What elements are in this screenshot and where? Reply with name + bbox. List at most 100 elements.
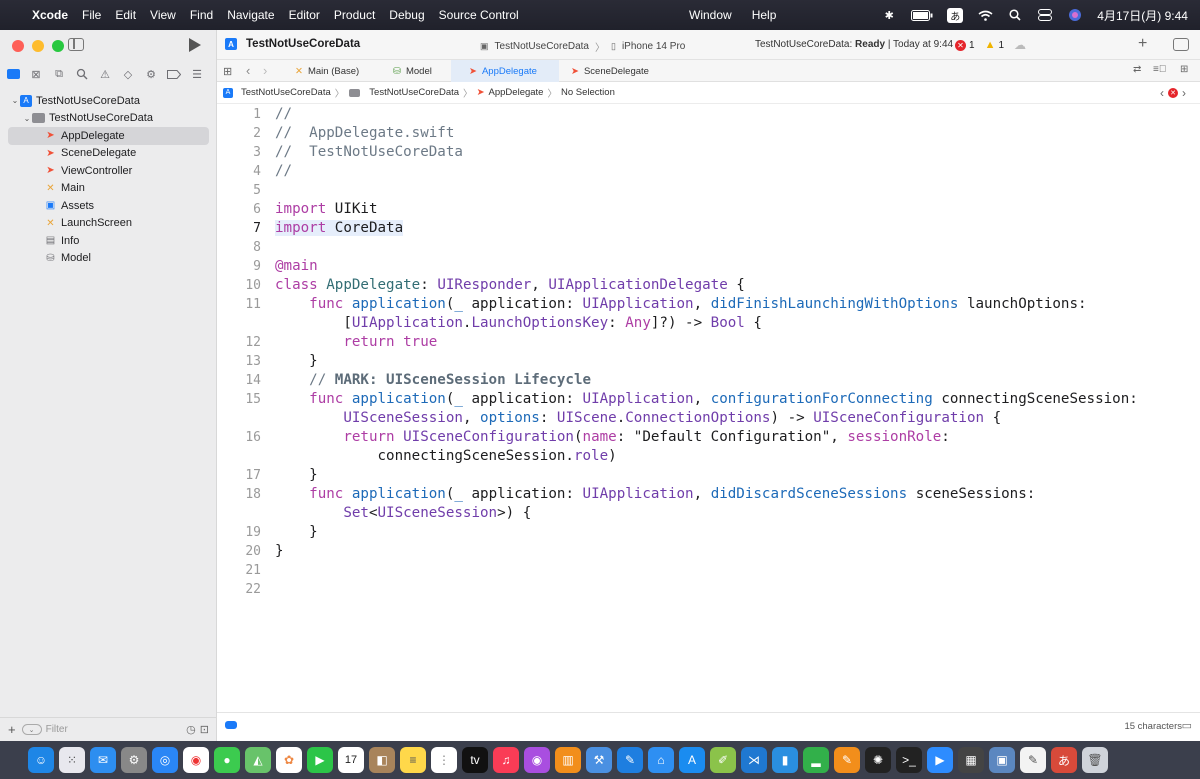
menu-editor[interactable]: Editor	[289, 8, 320, 22]
jumpbar-symbol[interactable]: No Selection	[561, 87, 615, 98]
tree-item-main[interactable]: ✕ Main	[0, 180, 217, 198]
wifi-icon[interactable]	[977, 8, 993, 22]
battery-icon[interactable]	[911, 8, 933, 22]
launchpad-icon[interactable]: ⁙	[59, 747, 85, 773]
zoom-icon[interactable]: ▶	[927, 747, 953, 773]
find-navigator-icon[interactable]	[75, 68, 89, 80]
input-method-indicator[interactable]: あ	[947, 7, 964, 23]
notes-icon[interactable]: ≡	[400, 747, 426, 773]
menu-window[interactable]: Window	[689, 8, 732, 22]
tab-main-base[interactable]: ✕ Main (Base)	[295, 60, 359, 82]
breakpoint-navigator-icon[interactable]	[167, 68, 181, 80]
dictionary-icon[interactable]: あ	[1051, 747, 1077, 773]
tree-item-viewcontroller[interactable]: ➤ ViewController	[0, 162, 217, 180]
music-icon[interactable]: ♫	[493, 747, 519, 773]
destination-label[interactable]: iPhone 14 Pro	[622, 41, 685, 52]
jumpbar-group[interactable]: TestNotUseCoreData	[369, 87, 459, 98]
testflight-icon[interactable]: ⌂	[648, 747, 674, 773]
disclosure-open-icon[interactable]: ⌄	[10, 96, 20, 105]
trash-icon[interactable]: 🗑	[1082, 747, 1108, 773]
scheme-selector[interactable]: ▣ TestNotUseCoreData 〉 ▯ iPhone 14 Pro	[480, 39, 685, 54]
books-icon[interactable]: ▥	[555, 747, 581, 773]
minimize-window-button[interactable]	[32, 40, 44, 52]
filter-input[interactable]: Filter	[46, 724, 68, 735]
pages-icon[interactable]: ✎	[834, 747, 860, 773]
zoom-window-button[interactable]	[52, 40, 64, 52]
podcasts-icon[interactable]: ◉	[524, 747, 550, 773]
menu-navigate[interactable]: Navigate	[227, 8, 274, 22]
tab-appdelegate[interactable]: ➤ AppDelegate	[451, 60, 559, 82]
debug-area-toggle-icon[interactable]	[225, 721, 237, 729]
tree-item-assets[interactable]: ▣ Assets	[0, 197, 217, 215]
source-editor[interactable]: 1// 2// AppDelegate.swift 3// TestNotUse…	[217, 104, 1200, 712]
project-navigator-icon[interactable]	[6, 68, 20, 80]
jumpbar-project[interactable]: TestNotUseCoreData	[241, 87, 331, 98]
menu-edit[interactable]: Edit	[115, 8, 136, 22]
test-navigator-icon[interactable]: ◇	[121, 68, 135, 81]
menu-help[interactable]: Help	[752, 8, 777, 22]
issue-navigator-icon[interactable]: ⚠	[98, 68, 112, 81]
scheme-label[interactable]: TestNotUseCoreData	[495, 41, 589, 52]
issue-indicators[interactable]: ✕ 1 ▲ 1 ☁	[955, 38, 1026, 52]
calendar-icon[interactable]: 17	[338, 747, 364, 773]
source-control-navigator-icon[interactable]: ⊠	[29, 68, 43, 81]
add-file-button[interactable]: +	[8, 722, 16, 737]
tree-item-group[interactable]: ⌄ TestNotUseCoreData	[0, 110, 217, 128]
vscode-icon[interactable]: ⋊	[741, 747, 767, 773]
search-icon[interactable]	[1007, 8, 1023, 22]
tree-item-info[interactable]: ▤ Info	[0, 232, 217, 250]
menu-file[interactable]: File	[82, 8, 101, 22]
keynote-icon[interactable]: ▮	[772, 747, 798, 773]
symbol-navigator-icon[interactable]: ⧉	[52, 68, 66, 80]
tree-item-appdelegate[interactable]: ➤ AppDelegate	[8, 127, 209, 145]
debug-panel-icon[interactable]: ▭	[1182, 719, 1192, 732]
safari-icon[interactable]: ◎	[152, 747, 178, 773]
menu-view[interactable]: View	[150, 8, 176, 22]
grid-icon[interactable]: ⊞	[223, 65, 232, 78]
app-store-icon[interactable]: A	[679, 747, 705, 773]
siri-icon[interactable]	[1067, 8, 1083, 22]
chrome-icon[interactable]: ◉	[183, 747, 209, 773]
finder-icon[interactable]: ☺	[28, 747, 54, 773]
close-window-button[interactable]	[12, 40, 24, 52]
previous-issue-icon[interactable]: ‹	[1160, 86, 1164, 100]
menu-find[interactable]: Find	[190, 8, 213, 22]
editor-options-icon[interactable]: ≡⃞	[1153, 64, 1166, 75]
mail-icon[interactable]: ✉	[90, 747, 116, 773]
forward-arrow-icon[interactable]: ›	[263, 63, 267, 78]
sidebar-toggle-icon[interactable]	[68, 38, 84, 51]
source-control-filter-icon[interactable]: ⊡	[200, 723, 209, 736]
menu-product[interactable]: Product	[334, 8, 375, 22]
back-arrow-icon[interactable]: ‹	[246, 63, 250, 78]
warning-indicator[interactable]: ▲ 1	[985, 39, 1004, 51]
filter-options-icon[interactable]: ⌄	[21, 724, 42, 735]
tree-item-project[interactable]: ⌄ A TestNotUseCoreData	[0, 92, 217, 110]
tree-item-launchscreen[interactable]: ✕ LaunchScreen	[0, 215, 217, 233]
facetime-icon[interactable]: ▶	[307, 747, 333, 773]
menubar-clock[interactable]: 4月17日(月) 9:44	[1097, 7, 1188, 24]
run-button-icon[interactable]	[189, 38, 201, 52]
menu-debug[interactable]: Debug	[389, 8, 424, 22]
xcode-dock-icon[interactable]: ⚒	[586, 747, 612, 773]
inspector-toggle-icon[interactable]	[1173, 38, 1189, 51]
reminders-icon[interactable]: ⋮	[431, 747, 457, 773]
messages-icon[interactable]: ●	[214, 747, 240, 773]
terminal-icon[interactable]: >_	[896, 747, 922, 773]
code-review-icon[interactable]: ⇄	[1133, 64, 1141, 75]
system-settings-icon[interactable]: ⚙	[121, 747, 147, 773]
issue-nav-controls[interactable]: ‹ ✕ ›	[1160, 86, 1186, 100]
chatgpt-icon[interactable]: ✺	[865, 747, 891, 773]
contacts-icon[interactable]: ◧	[369, 747, 395, 773]
calculator-icon[interactable]: ▦	[958, 747, 984, 773]
apple-tv-icon[interactable]: tv	[462, 747, 488, 773]
simulator-icon[interactable]: ✎	[617, 747, 643, 773]
tab-scenedelegate[interactable]: ➤ SceneDelegate	[571, 60, 649, 82]
menu-source-control[interactable]: Source Control	[439, 8, 519, 22]
report-navigator-icon[interactable]: ☰	[190, 68, 204, 81]
split-editor-icon[interactable]: ⊞	[1180, 64, 1188, 75]
textedit-icon[interactable]: ✎	[1020, 747, 1046, 773]
control-center-icon[interactable]	[1037, 8, 1053, 22]
disclosure-open-icon[interactable]: ⌄	[22, 114, 32, 123]
app-menu[interactable]: Xcode	[32, 8, 68, 22]
sketch-icon[interactable]: ✐	[710, 747, 736, 773]
